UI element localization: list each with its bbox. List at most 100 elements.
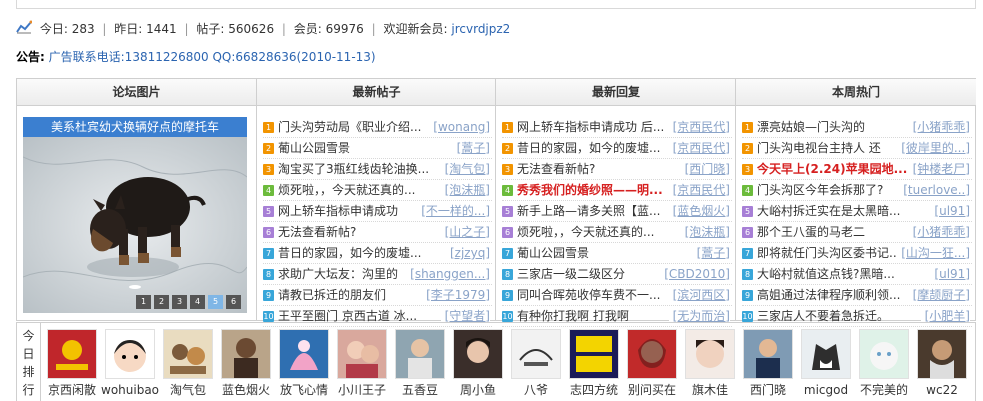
thread-title-link[interactable]: 三家店一级二级区分	[517, 267, 625, 281]
featured-picture-caption[interactable]: 美系杜宾幼犬换辆好点的摩托车	[23, 117, 247, 137]
thread-author-link[interactable]: [小猪乖乖]	[908, 222, 970, 242]
announcement-link[interactable]: 广告联系电话:13811226800 QQ:66828636(2010-11-1…	[49, 50, 376, 64]
ranking-username[interactable]: micgod	[797, 382, 855, 398]
thread-title-link[interactable]: 有种你打我啊 打我啊	[517, 309, 629, 323]
ranking-user[interactable]: 蓝色烟火	[217, 323, 275, 401]
thread-author-link[interactable]: [zjzyq]	[445, 243, 490, 263]
thread-author-link[interactable]: [李子1979]	[422, 285, 490, 305]
ranking-username[interactable]: wc22	[913, 382, 971, 398]
thread-title-link[interactable]: 烦死啦，，今天就还真的...	[278, 183, 415, 197]
avatar[interactable]	[279, 329, 329, 379]
ranking-user[interactable]: 别问买在	[623, 323, 681, 401]
ranking-username[interactable]: 京西闲散	[43, 382, 101, 398]
ranking-username[interactable]: 别问买在	[623, 382, 681, 398]
thread-author-link[interactable]: [西门晓]	[680, 159, 730, 179]
thread-title-link[interactable]: 淘宝买了3瓶红线齿轮油换...	[278, 162, 429, 176]
featured-picture[interactable]: 美系杜宾幼犬换辆好点的摩托车 1 2 3 4 5 6	[23, 117, 247, 313]
ranking-user[interactable]: 旗木佳	[681, 323, 739, 401]
thread-author-link[interactable]: [摩颉厨子]	[908, 285, 970, 305]
avatar[interactable]	[47, 329, 97, 379]
thread-title-link[interactable]: 网上轿车指标申请成功 后...	[517, 120, 664, 134]
thread-author-link[interactable]: [彼岸里的...]	[897, 138, 970, 158]
thread-author-link[interactable]: [CBD2010]	[660, 264, 730, 284]
thread-author-link[interactable]: [山沟一狂...]	[897, 243, 970, 263]
thread-title-link[interactable]: 高姐通过法律程序顺利领...	[757, 288, 900, 302]
thread-author-link[interactable]: [shanggen...]	[406, 264, 490, 284]
thread-title-link[interactable]: 门头沟电视台主持人 还	[757, 141, 881, 155]
thread-title-link[interactable]: 烦死啦，，今天就还真的...	[517, 225, 654, 239]
picture-page-4[interactable]: 4	[190, 295, 205, 309]
avatar[interactable]	[627, 329, 677, 379]
ranking-user[interactable]: 京西闲散	[43, 323, 101, 401]
ranking-username[interactable]: wohuibao	[101, 382, 159, 398]
ranking-username[interactable]: 小川王子	[333, 382, 391, 398]
avatar[interactable]	[105, 329, 155, 379]
new-member-link[interactable]: jrcvrdjpz2	[451, 22, 510, 36]
picture-page-2[interactable]: 2	[154, 295, 169, 309]
thread-title-link[interactable]: 即将就任门头沟区委书记...	[757, 246, 900, 260]
avatar[interactable]	[163, 329, 213, 379]
picture-page-6[interactable]: 6	[226, 295, 241, 309]
avatar[interactable]	[569, 329, 619, 379]
ranking-username[interactable]: 旗木佳	[681, 382, 739, 398]
thread-title-link[interactable]: 秀秀我们的婚纱照——明...	[517, 183, 663, 197]
thread-author-link[interactable]: [京西民代]	[668, 138, 730, 158]
thread-title-link[interactable]: 葡山公园雪景	[517, 246, 589, 260]
thread-title-link[interactable]: 大峪村拆迁实在是太黑暗...	[757, 204, 900, 218]
thread-title-link[interactable]: 王平至圈门 京西古道 冰...	[278, 309, 417, 323]
thread-title-link[interactable]: 无法查看新帖?	[517, 162, 595, 176]
ranking-user[interactable]: 小川王子	[333, 323, 391, 401]
ranking-user[interactable]: wc22	[913, 323, 971, 401]
avatar[interactable]	[917, 329, 967, 379]
thread-title-link[interactable]: 那个王八蛋的马老二	[757, 225, 865, 239]
thread-title-link[interactable]: 昔日的家园，如今的废墟...	[517, 141, 660, 155]
ranking-username[interactable]: 志四方统	[565, 382, 623, 398]
thread-author-link[interactable]: [山之子]	[440, 222, 490, 242]
ranking-user[interactable]: 周小鱼	[449, 323, 507, 401]
avatar[interactable]	[511, 329, 561, 379]
ranking-user[interactable]: 西门晓	[739, 323, 797, 401]
avatar[interactable]	[395, 329, 445, 379]
thread-author-link[interactable]: [小猪乖乖]	[908, 117, 970, 137]
avatar[interactable]	[453, 329, 503, 379]
thread-author-link[interactable]: [泡沫瓶]	[680, 222, 730, 242]
thread-author-link[interactable]: [tuerlove..]	[899, 180, 970, 200]
thread-title-link[interactable]: 门头沟区今年会拆那了?	[757, 183, 883, 197]
avatar[interactable]	[685, 329, 735, 379]
ranking-username[interactable]: 五香豆	[391, 382, 449, 398]
ranking-username[interactable]: 蓝色烟火	[217, 382, 275, 398]
thread-author-link[interactable]: [不一样的...]	[417, 201, 490, 221]
puppy-photo-image[interactable]	[23, 137, 247, 313]
ranking-user[interactable]: 放飞心情	[275, 323, 333, 401]
ranking-user[interactable]: 志四方统	[565, 323, 623, 401]
thread-title-link[interactable]: 漂亮姑娘—门头沟的	[757, 120, 865, 134]
thread-author-link[interactable]: [京西民代]	[668, 117, 730, 137]
thread-title-link[interactable]: 求助广大坛友：沟里的	[278, 267, 398, 281]
ranking-username[interactable]: 周小鱼	[449, 382, 507, 398]
thread-title-link[interactable]: 同叫合晖苑收停车费不一...	[517, 288, 660, 302]
ranking-user[interactable]: wohuibao	[101, 323, 159, 401]
avatar[interactable]	[337, 329, 387, 379]
thread-author-link[interactable]: [ul91]	[930, 264, 970, 284]
thread-author-link[interactable]: [ul91]	[930, 201, 970, 221]
thread-title-link[interactable]: 网上轿车指标申请成功	[278, 204, 398, 218]
ranking-user[interactable]: 八爷	[507, 323, 565, 401]
thread-title-link[interactable]: 今天早上(2.24)苹果园地...	[757, 162, 907, 176]
avatar[interactable]	[743, 329, 793, 379]
ranking-username[interactable]: 不完美的	[855, 382, 913, 398]
ranking-username[interactable]: 放飞心情	[275, 382, 333, 398]
thread-author-link[interactable]: [泡沫瓶]	[440, 180, 490, 200]
thread-title-link[interactable]: 无法查看新帖?	[278, 225, 356, 239]
picture-page-3[interactable]: 3	[172, 295, 187, 309]
thread-title-link[interactable]: 昔日的家园，如今的废墟...	[278, 246, 421, 260]
ranking-user[interactable]: 不完美的	[855, 323, 913, 401]
thread-author-link[interactable]: [蒿子]	[452, 138, 490, 158]
ranking-username[interactable]: 西门晓	[739, 382, 797, 398]
thread-author-link[interactable]: [滨河西区]	[668, 285, 730, 305]
thread-title-link[interactable]: 葡山公园雪景	[278, 141, 350, 155]
thread-title-link[interactable]: 大峪村就值这点钱?黑暗...	[757, 267, 895, 281]
thread-author-link[interactable]: [钟楼老尸]	[908, 159, 970, 179]
avatar[interactable]	[859, 329, 909, 379]
thread-title-link[interactable]: 门头沟劳动局《职业介绍...	[278, 120, 421, 134]
thread-author-link[interactable]: [wonang]	[429, 117, 490, 137]
